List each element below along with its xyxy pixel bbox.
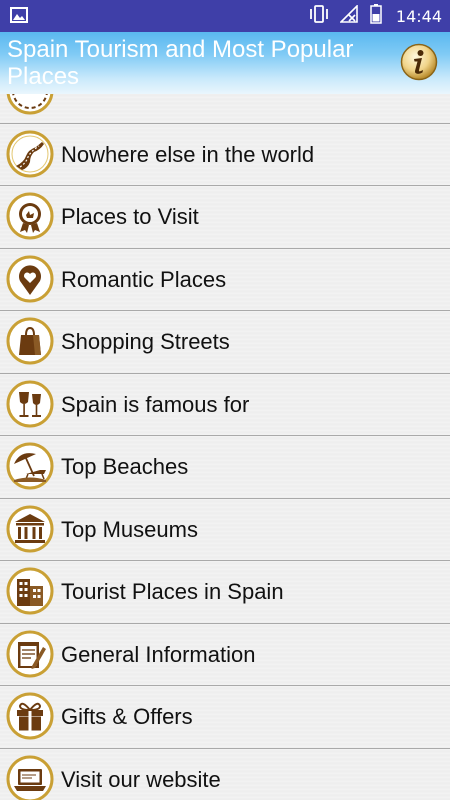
list-item-label: Nowhere else in the world xyxy=(61,141,315,167)
road-icon xyxy=(6,130,54,178)
gift-icon xyxy=(6,692,54,740)
list-item-visit-website[interactable]: Visit our website xyxy=(0,748,450,800)
battery-icon xyxy=(370,3,382,29)
menu-list[interactable]: Nowhere else in the world Places to Visi… xyxy=(0,94,450,800)
heart-pin-icon xyxy=(6,255,54,303)
info-icon xyxy=(400,43,438,81)
list-item-label: Romantic Places xyxy=(61,266,227,292)
list-item-label: Tourist Places in Spain xyxy=(61,579,284,604)
list-item-label: Gifts & Offers xyxy=(61,704,193,729)
laptop-icon xyxy=(6,755,54,800)
museum-icon xyxy=(6,505,54,553)
award-badge-icon xyxy=(6,192,54,240)
list-item-label: Places to Visit xyxy=(61,204,199,229)
list-item-nowhere-else[interactable]: Nowhere else in the world xyxy=(0,123,450,186)
image-notification-icon xyxy=(10,7,28,28)
vibrate-icon xyxy=(308,4,330,28)
list-item-label: Top Museums xyxy=(61,516,198,542)
status-bar: 14:44 xyxy=(0,0,450,32)
list-item-places-to-visit[interactable]: Places to Visit xyxy=(0,186,450,249)
list-item-label: Top Beaches xyxy=(61,454,189,479)
list-item-spain-famous-for[interactable]: Spain is famous for xyxy=(0,373,450,436)
list-item-tourist-places[interactable]: Tourist Places in Spain xyxy=(0,561,450,624)
wine-glasses-icon xyxy=(6,380,54,428)
list-item-label: General Information xyxy=(61,641,256,667)
app-header: Spain Tourism and Most Popular Places xyxy=(0,32,450,94)
beach-umbrella-icon xyxy=(6,442,54,490)
status-time: 14:44 xyxy=(395,6,442,26)
no-signal-icon xyxy=(338,3,360,28)
list-item-gifts-offers[interactable]: Gifts & Offers xyxy=(0,686,450,749)
list-item-label: Shopping Streets xyxy=(61,329,230,354)
list-item-label: Visit our website xyxy=(61,766,221,792)
info-button[interactable] xyxy=(400,43,438,81)
list-item-general-information[interactable]: General Information xyxy=(0,623,450,686)
app-title: Spain Tourism and Most Popular Places xyxy=(7,36,354,90)
list-item-romantic-places[interactable]: Romantic Places xyxy=(0,248,450,311)
list-item-top-museums[interactable]: Top Museums xyxy=(0,498,450,561)
list-item-top-beaches[interactable]: Top Beaches xyxy=(0,436,450,499)
list-item-partial[interactable] xyxy=(0,94,450,124)
shopping-bag-icon xyxy=(6,317,54,365)
notepad-icon xyxy=(6,630,54,678)
partial-icon xyxy=(6,94,54,115)
list-item-label: Spain is famous for xyxy=(61,391,250,417)
buildings-icon xyxy=(6,567,54,615)
list-item-shopping-streets[interactable]: Shopping Streets xyxy=(0,311,450,374)
